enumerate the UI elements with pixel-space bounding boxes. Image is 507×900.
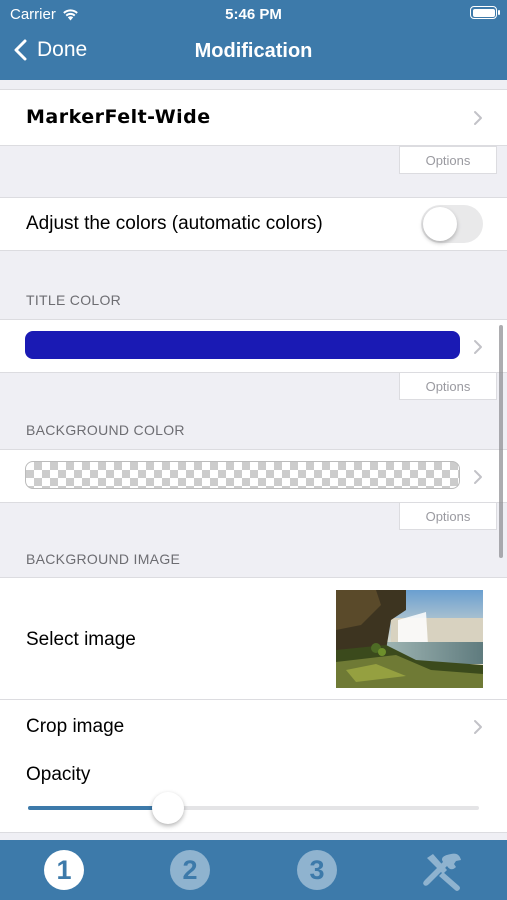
opacity-slider-knob[interactable] [151,792,184,824]
crop-image-label: Crop image [26,716,125,737]
opacity-slider-fill [28,806,168,810]
adjust-colors-row: Adjust the colors (automatic colors) [0,197,507,251]
tools-icon[interactable] [421,850,465,892]
title-color-row[interactable] [0,319,507,373]
toggle-knob [423,207,457,241]
chevron-right-icon [474,111,482,125]
title-color-header: TITLE COLOR [26,292,122,308]
background-color-row[interactable] [0,449,507,503]
background-color-options-button[interactable]: Options [399,502,497,530]
background-image-thumbnail[interactable] [336,590,483,688]
background-color-swatch [25,461,460,489]
opacity-row: Opacity [0,753,507,833]
font-options-button[interactable]: Options [399,146,497,174]
tab-1[interactable]: 1 [44,850,84,890]
adjust-colors-label: Adjust the colors (automatic colors) [26,213,323,234]
landscape-image [336,590,483,688]
tab-3[interactable]: 3 [297,850,337,890]
navigation-bar: Carrier 5:46 PM Done Modification [0,0,507,80]
opacity-label: Opacity [26,764,91,785]
font-name: MarkerFelt-Wide [26,106,211,128]
select-image-row[interactable]: Select image [0,577,507,700]
title-color-options-button[interactable]: Options [399,372,497,400]
chevron-right-icon [474,720,482,734]
status-time: 5:46 PM [225,6,282,23]
adjust-colors-toggle[interactable] [421,205,483,243]
battery-icon [470,6,500,19]
background-image-header: BACKGROUND IMAGE [26,551,181,567]
scroll-indicator[interactable] [499,325,503,558]
background-color-header: BACKGROUND COLOR [26,422,185,438]
chevron-right-icon [474,340,482,354]
font-row[interactable]: MarkerFelt-Wide [0,89,507,146]
page-title: Modification [194,40,313,62]
tab-bar: 1 2 3 [0,840,507,900]
opacity-slider[interactable] [28,792,479,824]
settings-list[interactable]: MarkerFelt-Wide Options Adjust the color… [0,80,507,840]
status-bar: Carrier 5:46 PM [0,0,507,28]
crop-image-row[interactable]: Crop image [0,699,507,754]
select-image-label: Select image [26,629,136,650]
tab-2[interactable]: 2 [170,850,210,890]
title-color-swatch [25,331,460,359]
chevron-right-icon [474,470,482,484]
